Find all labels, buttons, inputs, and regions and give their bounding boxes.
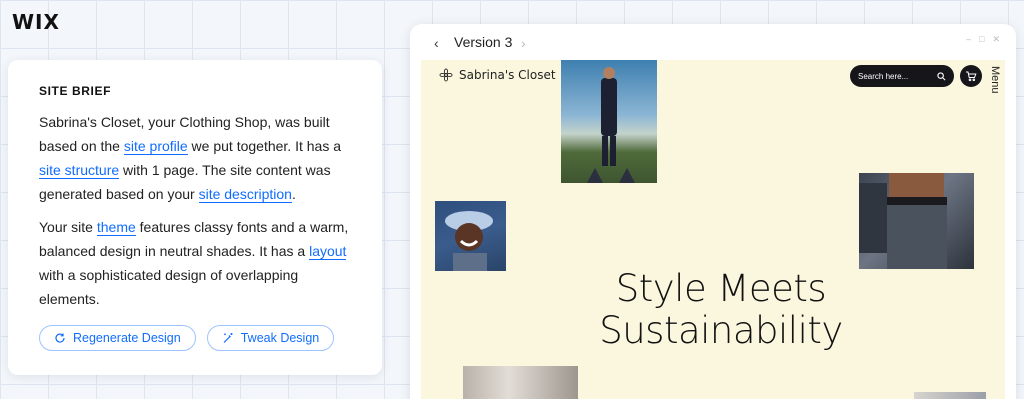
site-brief-card: SITE BRIEF Sabrina's Closet, your Clothi…	[8, 60, 382, 375]
preview-toolbar: ‹ Version 3 › – □ ✕	[410, 24, 1016, 60]
chevron-left-icon[interactable]: ‹	[434, 35, 446, 51]
tweak-design-label: Tweak Design	[240, 331, 320, 345]
layout-link[interactable]: layout	[309, 243, 347, 260]
tweak-design-button[interactable]: Tweak Design	[206, 325, 335, 351]
site-brief-title: SITE BRIEF	[39, 84, 112, 98]
cart-icon	[966, 71, 977, 82]
regenerate-design-button[interactable]: Regenerate Design	[39, 325, 196, 351]
site-search-input[interactable]: Search here...	[850, 65, 954, 87]
site-description-link[interactable]: site description	[198, 186, 292, 203]
chevron-right-icon[interactable]: ›	[521, 35, 526, 51]
site-preview-canvas: Sabrina's Closet Search here... Menu Sty…	[421, 60, 1005, 399]
site-profile-link[interactable]: site profile	[123, 138, 188, 155]
site-structure-link[interactable]: site structure	[39, 162, 120, 179]
site-preview-window: ‹ Version 3 › – □ ✕ Sabrina's Closet Sea…	[410, 24, 1016, 399]
brief-text: .	[291, 186, 296, 202]
headline-line-2: Sustainability	[599, 309, 843, 352]
close-icon[interactable]: ✕	[992, 34, 1000, 45]
model-photo-4	[463, 366, 578, 399]
regenerate-design-label: Regenerate Design	[73, 331, 181, 345]
site-logo[interactable]: Sabrina's Closet	[439, 68, 556, 82]
brief-paragraph-1: Sabrina's Closet, your Clothing Shop, wa…	[39, 110, 351, 206]
search-placeholder: Search here...	[858, 71, 909, 81]
refresh-icon	[55, 333, 65, 343]
flower-logo-icon	[439, 68, 453, 82]
search-icon	[937, 71, 946, 80]
cart-button[interactable]	[960, 65, 982, 87]
theme-link[interactable]: theme	[96, 219, 136, 236]
minimize-icon[interactable]: –	[966, 34, 971, 45]
version-label: Version 3	[454, 34, 513, 50]
model-photo-3	[859, 173, 974, 269]
maximize-icon[interactable]: □	[979, 34, 984, 45]
hero-headline: Style Meets Sustainability	[571, 268, 871, 352]
brief-paragraph-2: Your site theme features classy fonts an…	[39, 215, 351, 311]
site-name: Sabrina's Closet	[459, 68, 556, 82]
headline-line-1: Style Meets	[615, 267, 827, 310]
magic-wand-icon	[223, 333, 233, 343]
window-controls: – □ ✕	[966, 34, 1000, 45]
brief-text: with a sophisticated design of overlappi…	[39, 267, 299, 307]
model-photo-2	[435, 201, 506, 271]
site-menu-button[interactable]: Menu	[989, 66, 1001, 94]
model-photo-1	[561, 60, 657, 183]
wix-logo: WIX	[12, 10, 60, 34]
model-photo-5	[914, 392, 986, 399]
brief-text: Your site	[39, 219, 97, 235]
brief-text: we put together. It has a	[187, 138, 341, 154]
